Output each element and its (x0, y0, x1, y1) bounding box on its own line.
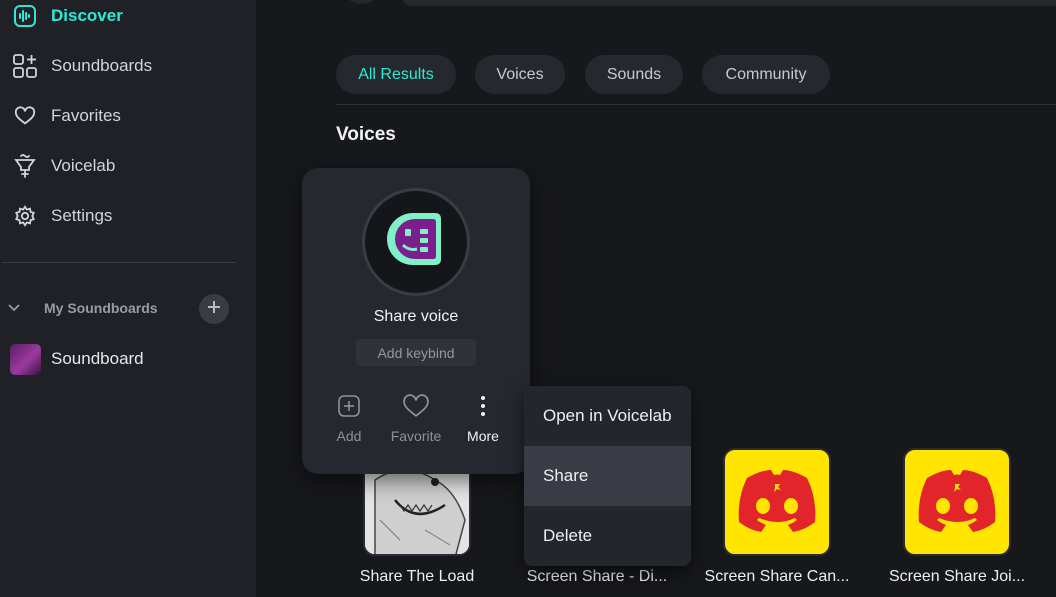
tab-label: Community (725, 65, 807, 83)
discord-logo-icon (735, 468, 819, 537)
sound-thumbnail (903, 448, 1011, 556)
tab-label: Sounds (606, 65, 662, 83)
sidebar-item-label: Discover (51, 6, 123, 25)
section-title: Voices (336, 124, 396, 145)
voice-title: Share voice (373, 308, 459, 325)
plus-icon (207, 300, 221, 319)
heart-icon (381, 390, 451, 422)
voice-avatar[interactable] (362, 188, 470, 296)
tabs-divider (336, 104, 1056, 105)
search-input[interactable] (400, 0, 1056, 6)
sidebar-item-label: Voicelab (51, 156, 116, 175)
more-label: More (467, 428, 499, 444)
heart-icon (12, 103, 38, 129)
sound-name: Screen Share Joi... (888, 568, 1026, 585)
sound-thumbnail (723, 448, 831, 556)
sidebar: Discover Soundboards Favorites Voicelab … (0, 0, 256, 597)
grid-plus-icon (12, 53, 38, 79)
add-icon (314, 390, 384, 422)
sidebar-item-discover[interactable]: Discover (12, 1, 123, 31)
back-button[interactable] (340, 0, 384, 4)
tab-all-results[interactable]: All Results (336, 55, 456, 94)
sidebar-divider (2, 262, 236, 263)
menu-item-share[interactable]: Share (524, 446, 691, 506)
sidebar-item-label: Settings (51, 206, 113, 225)
more-button[interactable]: More (448, 390, 518, 444)
tab-label: All Results (358, 65, 434, 83)
menu-item-delete[interactable]: Delete (524, 506, 691, 566)
voice-logo-icon (383, 207, 449, 278)
favorite-label: Favorite (390, 428, 442, 444)
sound-card[interactable]: Screen Share Can... (705, 448, 849, 585)
sidebar-item-voicelab[interactable]: Voicelab (12, 151, 115, 181)
waveform-icon (12, 3, 38, 29)
sidebar-item-label: Favorites (51, 106, 121, 125)
sidebar-item-favorites[interactable]: Favorites (12, 101, 121, 131)
sidebar-item-label: Soundboard (51, 349, 144, 368)
menu-item-open-in-voicelab[interactable]: Open in Voicelab (524, 386, 691, 446)
tab-sounds[interactable]: Sounds (585, 55, 683, 94)
sidebar-item-soundboards[interactable]: Soundboards (12, 51, 152, 81)
discord-logo-icon (915, 468, 999, 537)
sidebar-item-label: Soundboards (51, 56, 153, 75)
add-keybind-button[interactable]: Add keybind (356, 339, 476, 366)
add-button[interactable]: Add (314, 390, 384, 444)
funnel-icon (12, 153, 38, 179)
sound-name: Screen Share Can... (704, 568, 850, 585)
tab-label: Voices (496, 65, 544, 83)
context-menu: Open in Voicelab Share Delete (524, 386, 691, 566)
sound-name: Share The Load (359, 568, 475, 585)
more-vertical-icon (448, 390, 518, 422)
sidebar-item-soundboard[interactable]: Soundboard (10, 343, 144, 375)
tab-community[interactable]: Community (702, 55, 830, 94)
voice-card: Share voice Add keybind Add Favorite Mor… (302, 168, 530, 474)
sound-card[interactable]: Screen Share Joi... (889, 448, 1025, 585)
gear-icon (12, 203, 38, 229)
tab-voices[interactable]: Voices (475, 55, 565, 94)
favorite-button[interactable]: Favorite (381, 390, 451, 444)
my-soundboards-label: My Soundboards (44, 300, 158, 316)
add-label: Add (336, 428, 362, 444)
sidebar-item-settings[interactable]: Settings (12, 201, 112, 231)
add-soundboard-button[interactable] (199, 294, 229, 324)
chevron-down-icon (6, 304, 22, 312)
soundboard-thumbnail (10, 343, 41, 375)
sound-name: Screen Share - Di... (526, 568, 668, 585)
